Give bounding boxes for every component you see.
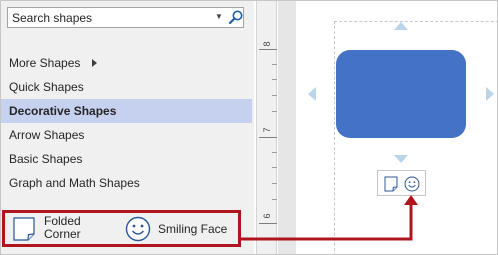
shape-category-list: More Shapes Quick Shapes Decorative Shap… <box>1 51 254 195</box>
folded-corner-icon[interactable] <box>384 176 398 192</box>
folded-corner-icon <box>13 217 35 241</box>
menu-item-label: More Shapes <box>9 56 81 70</box>
menu-item-graph-and-math-shapes[interactable]: Graph and Math Shapes <box>1 171 254 195</box>
rounded-rectangle-shape[interactable] <box>336 50 466 138</box>
menu-item-label: Decorative Shapes <box>9 104 117 118</box>
autoconnect-right-arrow-icon[interactable] <box>486 87 494 101</box>
menu-item-basic-shapes[interactable]: Basic Shapes <box>1 147 254 171</box>
autoconnect-down-arrow-icon[interactable] <box>394 155 408 163</box>
menu-item-label: Arrow Shapes <box>9 128 85 142</box>
search-dropdown-icon[interactable]: ▼ <box>214 11 224 23</box>
menu-item-arrow-shapes[interactable]: Arrow Shapes <box>1 123 254 147</box>
ruler-tick <box>272 111 277 112</box>
ruler-tick <box>272 95 277 96</box>
stencil-item-label: Smiling Face <box>158 222 228 236</box>
smiling-face-icon <box>125 216 151 242</box>
stencil-item-folded-corner[interactable]: Folded Corner <box>11 213 111 244</box>
ruler-tick <box>272 167 277 168</box>
ruler-tick <box>259 49 277 50</box>
stencil-shapes-highlight: Folded Corner Smiling Face <box>2 210 241 247</box>
autoconnect-left-arrow-icon[interactable] <box>308 87 316 101</box>
ruler-tick <box>272 199 277 200</box>
ruler-tick <box>272 183 277 184</box>
smiling-face-icon[interactable] <box>404 176 420 192</box>
menu-item-decorative-shapes[interactable]: Decorative Shapes <box>1 99 252 123</box>
search-icon[interactable] <box>228 9 244 25</box>
quick-shapes-mini-toolbar <box>377 170 426 196</box>
menu-item-label: Quick Shapes <box>9 80 84 94</box>
autoconnect-up-arrow-icon[interactable] <box>394 22 408 30</box>
submenu-arrow-icon <box>92 59 97 67</box>
shapes-panel: ▼ More Shapes Quick Shapes Decorative Sh… <box>1 1 254 254</box>
ruler-label: 7 <box>262 127 272 133</box>
ruler-label: 8 <box>262 41 272 47</box>
search-input[interactable] <box>12 10 207 25</box>
vertical-ruler: 8 7 6 <box>256 1 277 254</box>
search-box: ▼ <box>7 7 244 28</box>
ruler-tick <box>259 137 277 138</box>
ruler-label: 6 <box>262 213 272 219</box>
ruler-tick <box>272 152 277 153</box>
menu-item-label: Basic Shapes <box>9 152 83 166</box>
menu-item-label: Graph and Math Shapes <box>9 176 140 190</box>
stencil-item-smiling-face[interactable]: Smiling Face <box>125 213 239 244</box>
ruler-tick <box>272 79 277 80</box>
ruler-tick <box>272 64 277 65</box>
menu-item-quick-shapes[interactable]: Quick Shapes <box>1 75 254 99</box>
ruler-tick <box>259 223 277 224</box>
stencil-item-label: Folded Corner <box>44 214 81 241</box>
menu-item-more-shapes[interactable]: More Shapes <box>1 51 254 75</box>
